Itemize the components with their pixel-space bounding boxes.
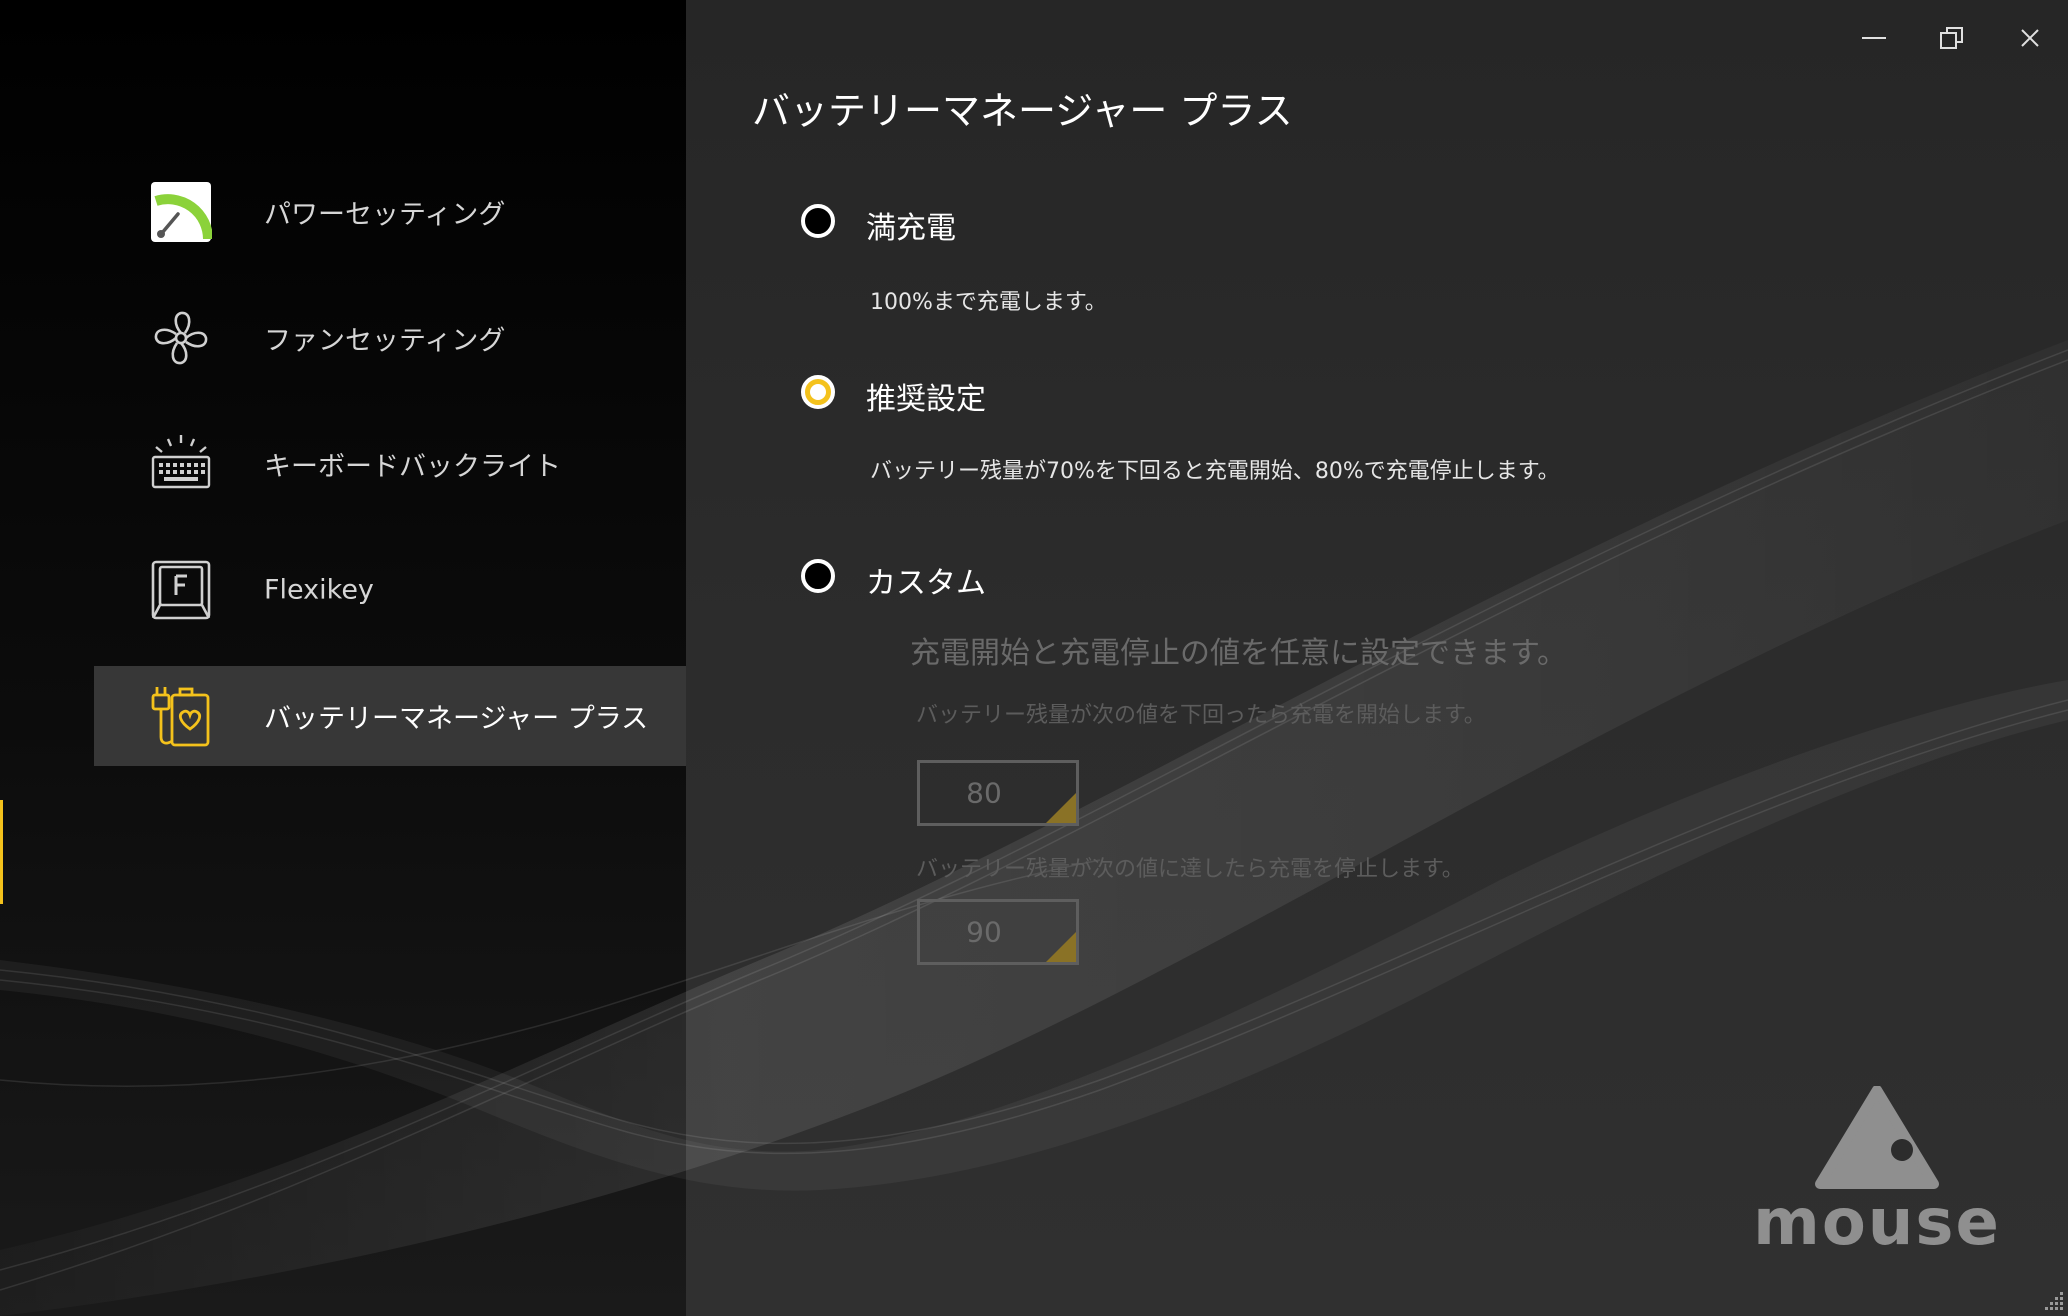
sidebar: パワーセッティング ファンセッティング キーボードバックライト Flexikey… bbox=[0, 0, 686, 1316]
app-window: パワーセッティング ファンセッティング キーボードバックライト Flexikey… bbox=[0, 0, 2068, 1316]
dropdown-corner-icon bbox=[1046, 793, 1076, 823]
minimize-button[interactable] bbox=[1844, 14, 1904, 62]
charge-stop-input[interactable]: 90 bbox=[917, 899, 1079, 965]
sidebar-item-label: パワーセッティング bbox=[264, 199, 506, 231]
close-button[interactable] bbox=[2000, 14, 2060, 62]
charge-start-label: バッテリー残量が次の値を下回ったら充電を開始します。 bbox=[916, 703, 1486, 728]
sidebar-item-flexikey[interactable]: Flexikey bbox=[94, 540, 686, 640]
mouse-logo: mouse bbox=[1752, 1085, 2002, 1260]
option-description-full-charge: 100%まで充電します。 bbox=[870, 290, 1107, 315]
restore-icon bbox=[1940, 27, 1963, 49]
fan-icon bbox=[150, 307, 212, 369]
sidebar-item-battery-manager-plus[interactable]: バッテリーマネージャー プラス bbox=[94, 666, 686, 766]
dropdown-corner-icon bbox=[1046, 932, 1076, 962]
page-title: バッテリーマネージャー プラス bbox=[752, 89, 1293, 133]
radio-custom[interactable] bbox=[801, 559, 835, 593]
sidebar-item-label: バッテリーマネージャー プラス bbox=[264, 703, 649, 735]
battery-plug-icon bbox=[150, 685, 212, 747]
option-label-recommended[interactable]: 推奨設定 bbox=[866, 374, 986, 418]
option-label-full-charge[interactable]: 満充電 bbox=[866, 203, 956, 247]
flexikey-icon bbox=[150, 559, 212, 621]
sidebar-item-label: Flexikey bbox=[264, 574, 374, 606]
close-icon bbox=[2021, 29, 2039, 47]
minimize-icon bbox=[1862, 37, 1886, 39]
keyboard-backlight-icon bbox=[150, 433, 212, 495]
option-label-custom[interactable]: カスタム bbox=[866, 558, 986, 602]
restore-button[interactable] bbox=[1922, 14, 1982, 62]
mouse-logo-text: mouse bbox=[1753, 1186, 2001, 1260]
mouse-logo-icon bbox=[1815, 1085, 1939, 1189]
radio-recommended[interactable] bbox=[801, 375, 835, 409]
resize-grip-icon[interactable] bbox=[2042, 1290, 2064, 1312]
sidebar-item-label: キーボードバックライト bbox=[264, 451, 561, 483]
sidebar-item-power-setting[interactable]: パワーセッティング bbox=[94, 162, 686, 262]
option-description-recommended: バッテリー残量が70%を下回ると充電開始、80%で充電停止します。 bbox=[870, 459, 1560, 484]
radio-full-charge[interactable] bbox=[801, 204, 835, 238]
custom-heading: 充電開始と充電停止の値を任意に設定できます。 bbox=[910, 636, 1567, 671]
power-gauge-icon bbox=[150, 181, 212, 243]
charge-stop-label: バッテリー残量が次の値に達したら充電を停止します。 bbox=[916, 857, 1464, 882]
sidebar-item-fan-setting[interactable]: ファンセッティング bbox=[94, 288, 686, 388]
charge-start-input[interactable]: 80 bbox=[917, 760, 1079, 826]
sidebar-item-label: ファンセッティング bbox=[264, 325, 506, 357]
sidebar-item-keyboard-backlight[interactable]: キーボードバックライト bbox=[94, 414, 686, 514]
